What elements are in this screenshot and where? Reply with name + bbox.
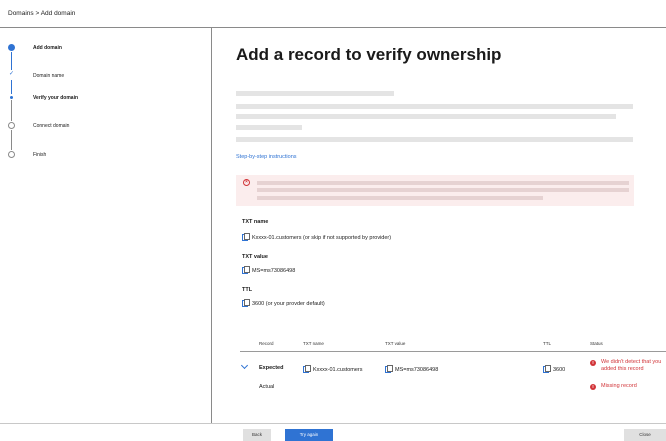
- ttl-value: 3600 (or your provder default): [252, 301, 325, 307]
- try-again-button[interactable]: Try again: [285, 429, 333, 441]
- copy-icon[interactable]: [242, 299, 250, 307]
- sidebar-divider: [211, 28, 212, 423]
- step-connector: [11, 130, 12, 150]
- txt-name-value: Kxxxx-01.customers (or skip if not suppo…: [252, 235, 392, 241]
- copy-icon[interactable]: [303, 365, 311, 373]
- text-placeholder: [236, 114, 616, 119]
- step-by-step-instructions-link[interactable]: Step-by-step instructions: [236, 154, 297, 160]
- text-placeholder: [236, 91, 394, 96]
- ttl-field: 3600 (or your provder default): [242, 299, 325, 307]
- step-connector: [11, 52, 12, 70]
- txt-value-field: MS=ms73086498: [242, 266, 295, 274]
- column-header-txt-name: TXT name: [303, 341, 324, 346]
- step-connector: [11, 100, 12, 121]
- txt-name-label: TXT name: [242, 219, 269, 225]
- error-icon: ×: [243, 179, 250, 186]
- footer-divider: [0, 423, 666, 424]
- txt-value-cell-value: MS=ms73086498: [395, 367, 439, 373]
- step-pending-icon: [8, 151, 15, 158]
- error-status-icon: !: [590, 384, 596, 390]
- checkmark-icon: ✓: [9, 71, 15, 77]
- step-active-dot-icon: [10, 96, 13, 99]
- error-text-placeholder: [257, 181, 629, 185]
- error-status-icon: !: [590, 360, 596, 366]
- status-text: Missing record: [601, 383, 637, 389]
- txt-name-cell: Kxxxx-01.customers: [303, 365, 363, 373]
- copy-icon[interactable]: [385, 365, 393, 373]
- txt-value-value: MS=ms73086498: [252, 268, 296, 274]
- table-header-divider: [240, 351, 666, 352]
- status-text: We didn't detect that you added this rec…: [601, 359, 662, 372]
- step-pending-icon: [8, 122, 15, 129]
- txt-name-cell-value: Kxxxx-01.customers: [313, 367, 363, 373]
- header-divider: [0, 27, 666, 28]
- ttl-cell-value: 3600: [553, 367, 566, 373]
- record-type: Actual: [259, 384, 275, 390]
- chevron-down-icon[interactable]: [240, 361, 249, 370]
- error-text-placeholder: [257, 188, 629, 192]
- step-label: Connect domain: [33, 123, 70, 129]
- step-label: Verify your domain: [33, 95, 79, 101]
- txt-value-cell: MS=ms73086498: [385, 365, 438, 373]
- record-type: Expected: [259, 365, 284, 371]
- column-header-ttl: TTL: [543, 341, 552, 346]
- ttl-cell: 3600: [543, 365, 565, 373]
- step-label: Finish: [33, 152, 47, 158]
- step-label: Domain name: [33, 73, 65, 79]
- copy-icon[interactable]: [242, 266, 250, 274]
- text-placeholder: [236, 125, 302, 130]
- copy-icon[interactable]: [543, 365, 551, 373]
- column-header-txt-value: TXT value: [385, 341, 406, 346]
- step-current-icon: [8, 44, 15, 51]
- back-button[interactable]: Back: [243, 429, 271, 441]
- step-connector: [11, 80, 12, 94]
- copy-icon[interactable]: [242, 233, 250, 241]
- breadcrumb: Domains > Add domain: [8, 10, 76, 17]
- text-placeholder: [236, 104, 633, 109]
- txt-value-label: TXT value: [242, 254, 268, 260]
- error-banner: ×: [236, 175, 634, 206]
- column-header-record: Record: [259, 341, 274, 346]
- error-text-placeholder: [257, 196, 543, 200]
- close-button[interactable]: Close: [624, 429, 666, 441]
- txt-name-field: Kxxxx-01.customers (or skip if not suppo…: [242, 233, 391, 241]
- step-label: Add domain: [33, 45, 62, 51]
- text-placeholder: [236, 137, 633, 142]
- ttl-label: TTL: [242, 287, 253, 293]
- page-title: Add a record to verify ownership: [236, 45, 502, 64]
- column-header-status: Status: [590, 341, 603, 346]
